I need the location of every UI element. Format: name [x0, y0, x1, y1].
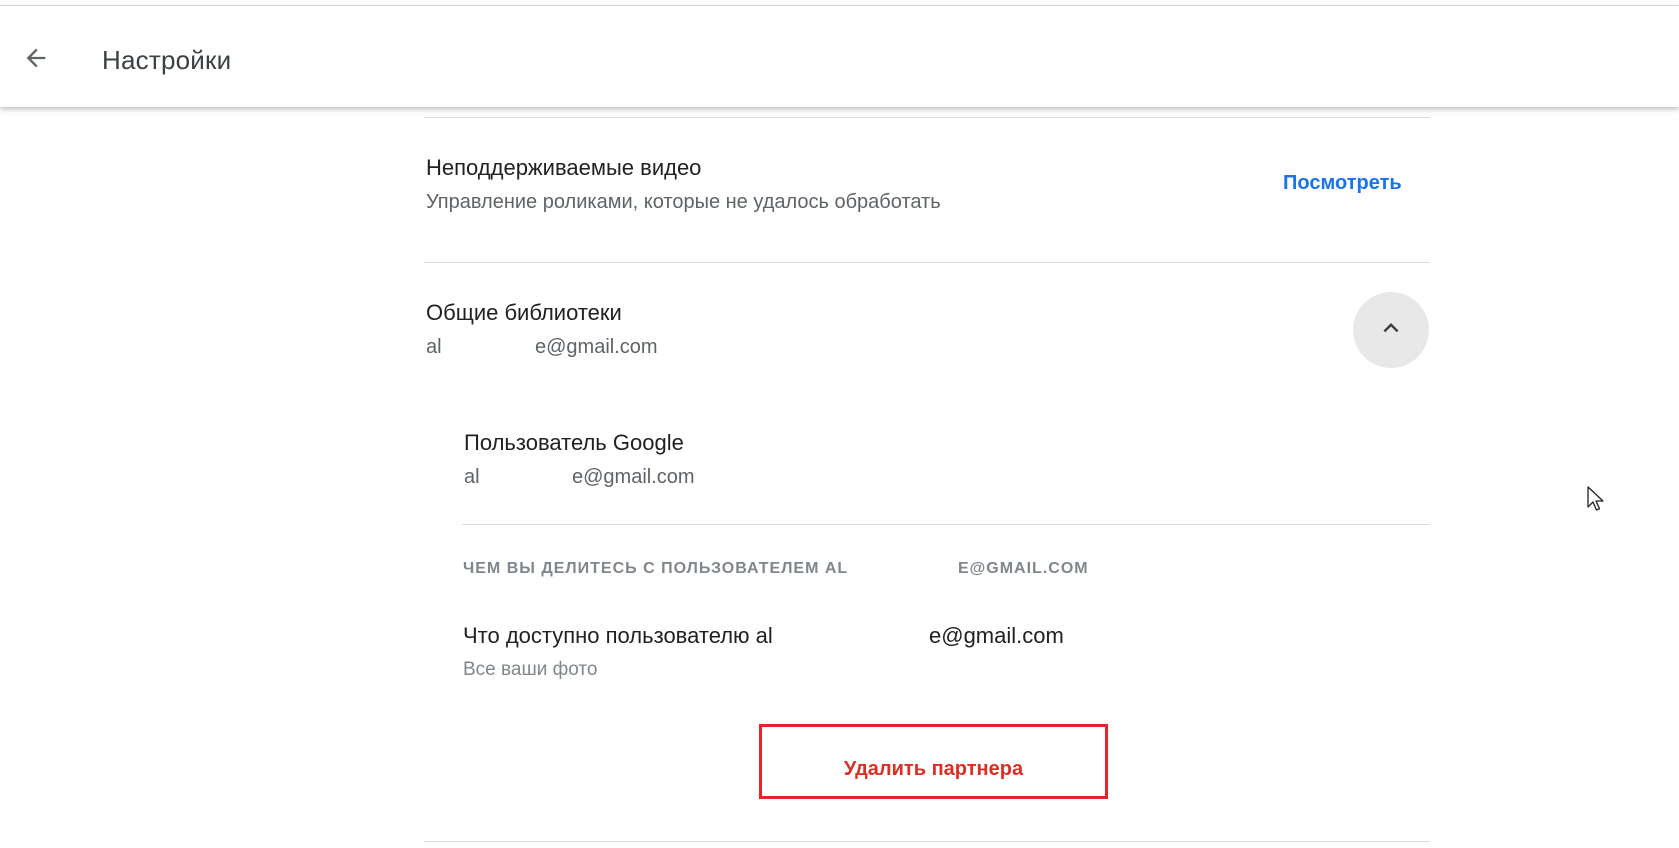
unsupported-videos-subtitle: Управление роликами, которые не удалось …: [426, 191, 941, 213]
partner-email-prefix: al: [464, 466, 480, 488]
view-unsupported-videos-button[interactable]: Посмотреть: [1283, 172, 1402, 195]
divider: [424, 262, 1430, 263]
partner-title: Пользователь Google: [464, 430, 684, 455]
shared-libraries-email-prefix: al: [426, 336, 442, 358]
divider: [424, 117, 1430, 118]
partner-email-suffix: e@gmail.com: [572, 466, 695, 488]
shared-libraries-email-suffix: e@gmail.com: [535, 336, 658, 358]
sharing-caption-suffix: E@GMAIL.COM: [958, 560, 1089, 577]
divider: [462, 524, 1430, 525]
access-title-suffix: e@gmail.com: [929, 623, 1064, 648]
divider: [424, 841, 1430, 842]
remove-partner-button[interactable]: Удалить партнера: [759, 724, 1108, 799]
access-value: Все ваши фото: [463, 659, 598, 680]
chevron-up-icon: [1376, 313, 1406, 348]
app-bar: Настройки: [0, 6, 1679, 107]
settings-page: Настройки Неподдерживаемые видео Управле…: [0, 0, 1679, 848]
arrow-back-icon: [22, 44, 50, 77]
access-title-prefix: Что доступно пользователю al: [463, 623, 773, 648]
collapse-button[interactable]: [1353, 292, 1429, 368]
remove-partner-label: Удалить партнера: [843, 758, 1024, 780]
sharing-caption-prefix: ЧЕМ ВЫ ДЕЛИТЕСЬ С ПОЛЬЗОВАТЕЛЕМ AL: [463, 560, 849, 577]
mouse-pointer-icon: [1587, 486, 1605, 514]
back-button[interactable]: [14, 38, 58, 82]
page-title: Настройки: [102, 45, 232, 75]
shared-libraries-title: Общие библиотеки: [426, 300, 622, 325]
unsupported-videos-title: Неподдерживаемые видео: [426, 155, 702, 180]
